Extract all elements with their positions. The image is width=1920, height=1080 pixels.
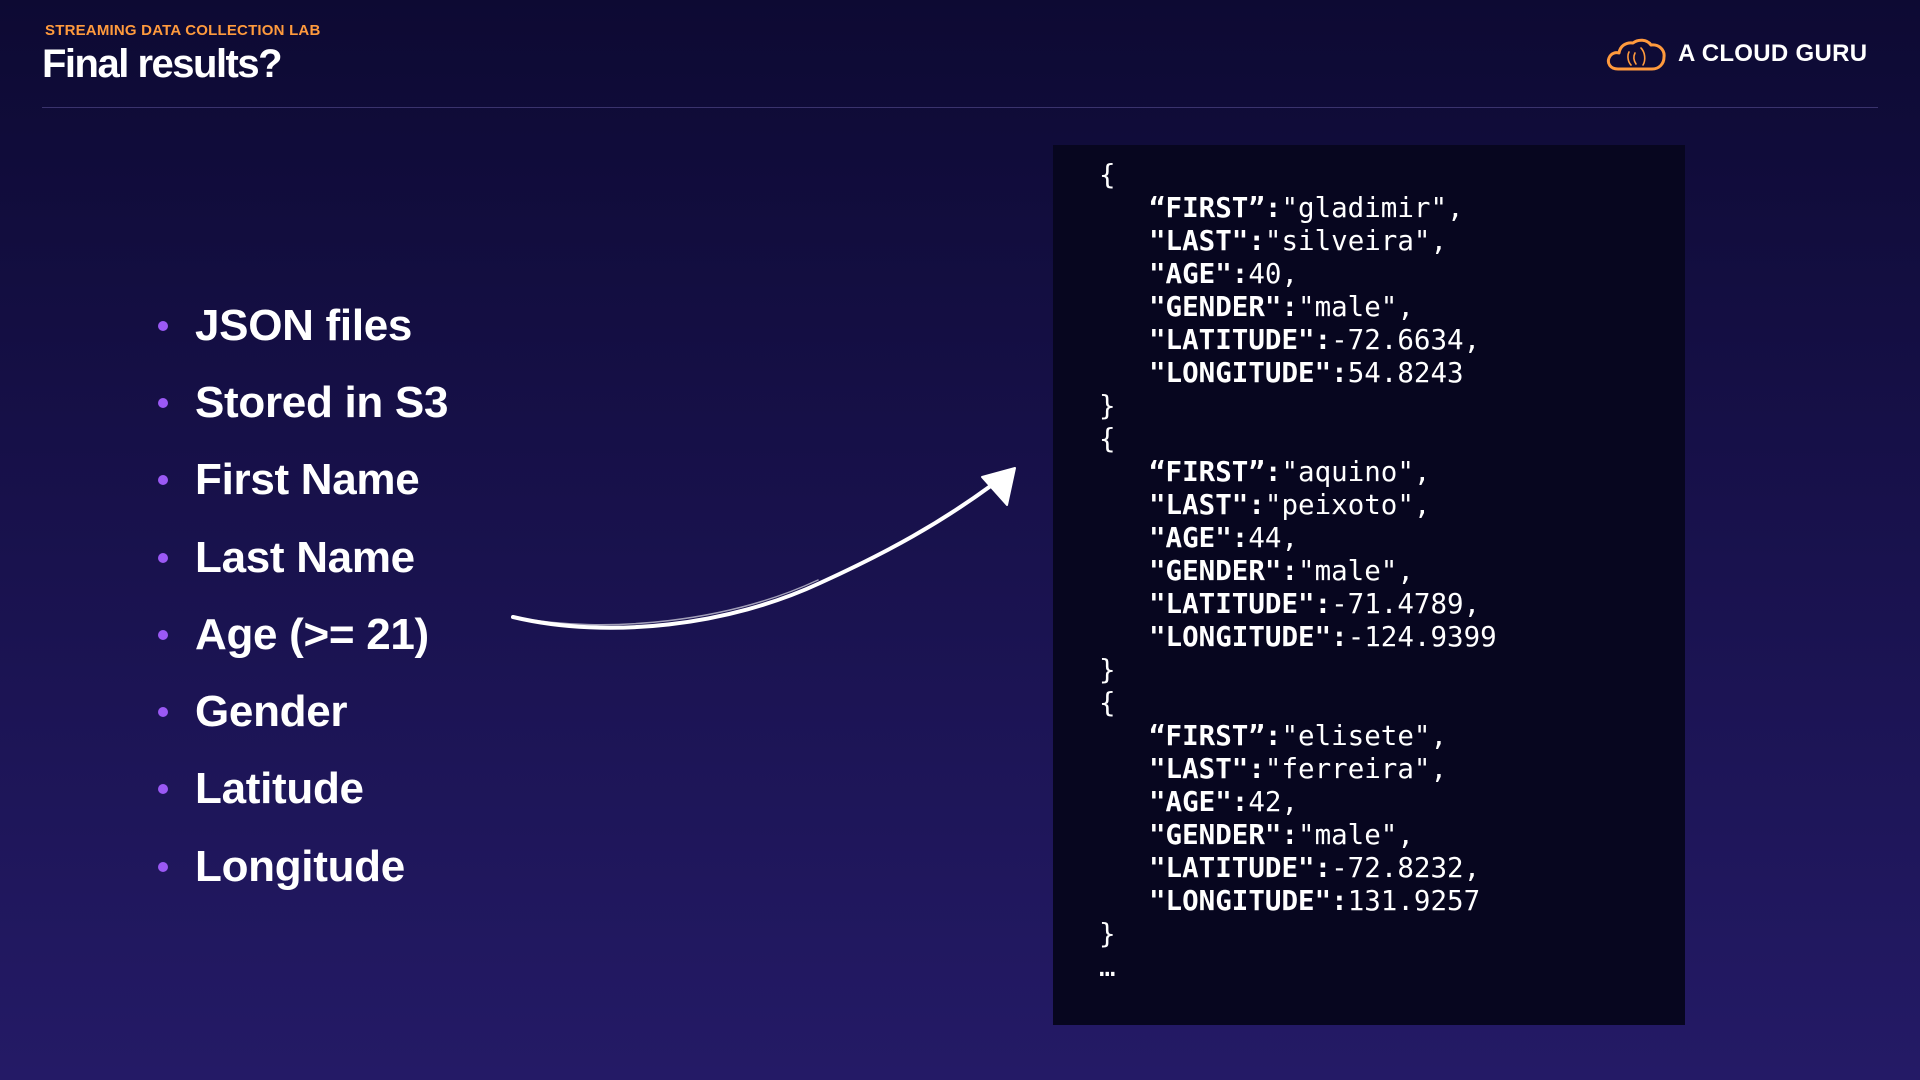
bullet-text: Age (>= 21) — [195, 609, 429, 659]
bullet-text: Longitude — [195, 841, 405, 891]
list-item: Age (>= 21) — [158, 596, 448, 673]
list-item: Stored in S3 — [158, 364, 448, 441]
value-gender: "male", — [1298, 819, 1414, 851]
bullet-dot — [158, 320, 168, 331]
bullet-text: Stored in S3 — [195, 377, 449, 427]
header-divider — [42, 107, 1878, 108]
key-last: "LAST": — [1149, 753, 1265, 785]
bullet-text: Gender — [195, 687, 348, 737]
value-last: "ferreira", — [1264, 753, 1448, 785]
value-longitude: 131.9257 — [1347, 885, 1481, 917]
value-latitude: -71.4789, — [1331, 588, 1481, 620]
json-code-panel: { “FIRST”:"gladimir", "LAST":"silveira",… — [1053, 145, 1685, 1025]
bullet-text: First Name — [195, 455, 420, 505]
key-last: "LAST": — [1149, 489, 1265, 521]
key-first: “FIRST”: — [1149, 456, 1282, 488]
value-gender: "male", — [1298, 555, 1414, 587]
key-gender: "GENDER": — [1149, 291, 1299, 323]
value-gender: "male", — [1298, 291, 1414, 323]
value-age: 42, — [1248, 786, 1299, 818]
key-latitude: "LATITUDE": — [1149, 852, 1332, 884]
bullet-dot — [158, 552, 168, 563]
bullet-dot — [158, 707, 168, 718]
ellipsis: … — [1099, 951, 1116, 983]
open-brace: { — [1099, 423, 1116, 455]
close-brace: } — [1099, 654, 1116, 686]
list-item: Latitude — [158, 751, 448, 828]
bullet-dot — [158, 475, 168, 486]
list-item: Gender — [158, 673, 448, 750]
bullet-text: JSON files — [195, 300, 413, 350]
close-brace: } — [1099, 918, 1116, 950]
open-brace: { — [1099, 687, 1116, 719]
key-first: “FIRST”: — [1149, 720, 1282, 752]
value-first: "aquino", — [1281, 456, 1431, 488]
value-last: "peixoto", — [1264, 489, 1431, 521]
key-longitude: "LONGITUDE": — [1149, 885, 1348, 917]
key-longitude: "LONGITUDE": — [1149, 357, 1348, 389]
key-longitude: "LONGITUDE": — [1149, 621, 1348, 653]
curved-arrow-icon — [511, 467, 1016, 630]
list-item: JSON files — [158, 287, 448, 364]
key-age: "AGE": — [1149, 258, 1249, 290]
bullet-dot — [158, 784, 168, 795]
bullet-text: Latitude — [195, 764, 364, 814]
eyebrow-label: STREAMING DATA COLLECTION LAB — [45, 22, 321, 39]
key-gender: "GENDER": — [1149, 819, 1299, 851]
close-brace: } — [1099, 390, 1116, 422]
open-brace: { — [1099, 159, 1116, 191]
value-age: 40, — [1248, 258, 1299, 290]
bullet-list: JSON files Stored in S3 First Name Last … — [158, 287, 448, 905]
slide-title: Final results? — [42, 42, 283, 86]
list-item: First Name — [158, 442, 448, 519]
list-item: Last Name — [158, 519, 448, 596]
value-latitude: -72.6634, — [1331, 324, 1481, 356]
cloud-icon — [1606, 38, 1666, 71]
key-first: “FIRST”: — [1149, 192, 1282, 224]
bullet-text: Last Name — [195, 532, 415, 582]
bullet-dot — [158, 629, 168, 640]
value-last: "silveira", — [1264, 225, 1448, 257]
value-age: 44, — [1248, 522, 1299, 554]
bullet-dot — [158, 397, 168, 408]
brand-logo: A CLOUD GURU — [1604, 34, 1867, 74]
list-item: Longitude — [158, 828, 448, 905]
json-code-block: { “FIRST”:"gladimir", "LAST":"silveira",… — [1099, 159, 1497, 984]
value-first: "gladimir", — [1281, 192, 1464, 224]
key-latitude: "LATITUDE": — [1149, 588, 1332, 620]
value-first: "elisete", — [1281, 720, 1448, 752]
brand-name: A CLOUD GURU — [1678, 40, 1868, 67]
value-longitude: -124.9399 — [1347, 621, 1497, 653]
key-latitude: "LATITUDE": — [1149, 324, 1332, 356]
key-age: "AGE": — [1149, 786, 1249, 818]
key-gender: "GENDER": — [1149, 555, 1299, 587]
value-latitude: -72.8232, — [1331, 852, 1481, 884]
key-age: "AGE": — [1149, 522, 1249, 554]
key-last: "LAST": — [1149, 225, 1265, 257]
bullet-dot — [158, 861, 168, 872]
value-longitude: 54.8243 — [1347, 357, 1464, 389]
